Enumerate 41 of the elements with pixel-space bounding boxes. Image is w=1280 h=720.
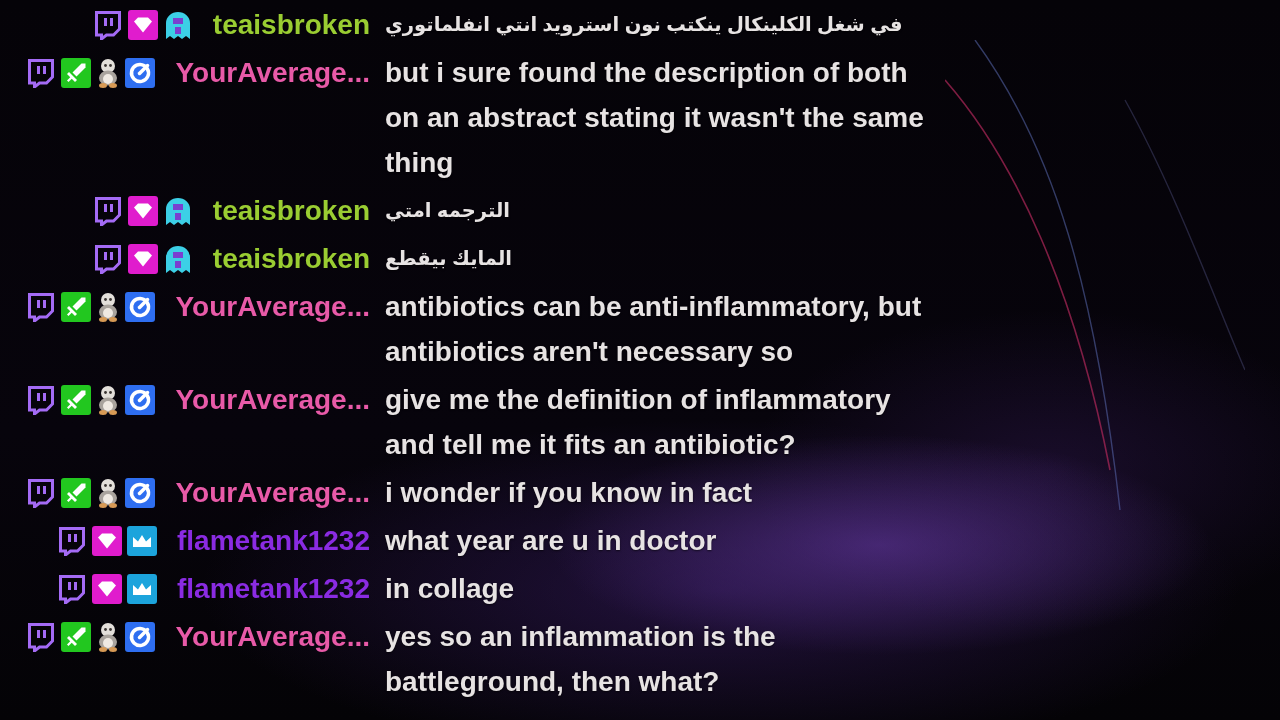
speech-bubble-icon — [57, 573, 87, 604]
sword-icon — [61, 291, 92, 322]
chat-message: المايك بيقطع — [385, 246, 512, 272]
username: YourAverage... — [175, 620, 370, 654]
speech-bubble-icon — [92, 195, 123, 226]
speech-bubble-icon — [92, 243, 123, 274]
speech-bubble-icon — [26, 57, 57, 88]
speech-bubble-icon — [26, 477, 57, 508]
chat-message: الترجمه امتي — [385, 198, 510, 224]
speech-bubble-icon — [26, 621, 57, 652]
chat-message: في شغل الكلينكال ينكتب نون استرويد انتي انفلماتوري — [385, 12, 903, 39]
username: teaisbroken — [212, 242, 370, 276]
speech-bubble-icon — [26, 384, 57, 415]
chat-message: i wonder if you know in fact — [385, 476, 753, 510]
sword-icon — [61, 477, 92, 508]
sword-icon — [61, 384, 92, 415]
chat-message: in collage — [385, 572, 515, 606]
username: YourAverage... — [175, 476, 370, 510]
ring-icon — [125, 291, 156, 322]
ring-icon — [125, 57, 156, 88]
speech-bubble-icon — [26, 291, 57, 322]
username: YourAverage... — [175, 383, 370, 417]
username: flametank1232 — [177, 572, 370, 606]
chat-message: what year are u in doctor — [385, 524, 717, 558]
ring-icon — [125, 384, 156, 415]
ring-icon — [125, 477, 156, 508]
username: teaisbroken — [212, 8, 370, 42]
username: teaisbroken — [212, 194, 370, 228]
username: YourAverage... — [175, 290, 370, 324]
crown-icon — [127, 573, 157, 604]
sword-icon — [61, 621, 92, 652]
sword-icon — [61, 57, 92, 88]
speech-bubble-icon — [57, 525, 87, 556]
chat-message: yes so an inflammation is the battleground, then what? — [385, 620, 777, 699]
chat-message: but i sure found the description of both on an abstract stating it wasn't the same thing — [385, 56, 925, 180]
ring-icon — [125, 621, 156, 652]
username: flametank1232 — [177, 524, 370, 558]
speech-bubble-icon — [92, 9, 123, 40]
chat-message: give me the definition of inflammatory and tell me it fits an antibiotic? — [385, 383, 892, 462]
crown-icon — [127, 525, 157, 556]
username: YourAverage... — [175, 56, 370, 90]
